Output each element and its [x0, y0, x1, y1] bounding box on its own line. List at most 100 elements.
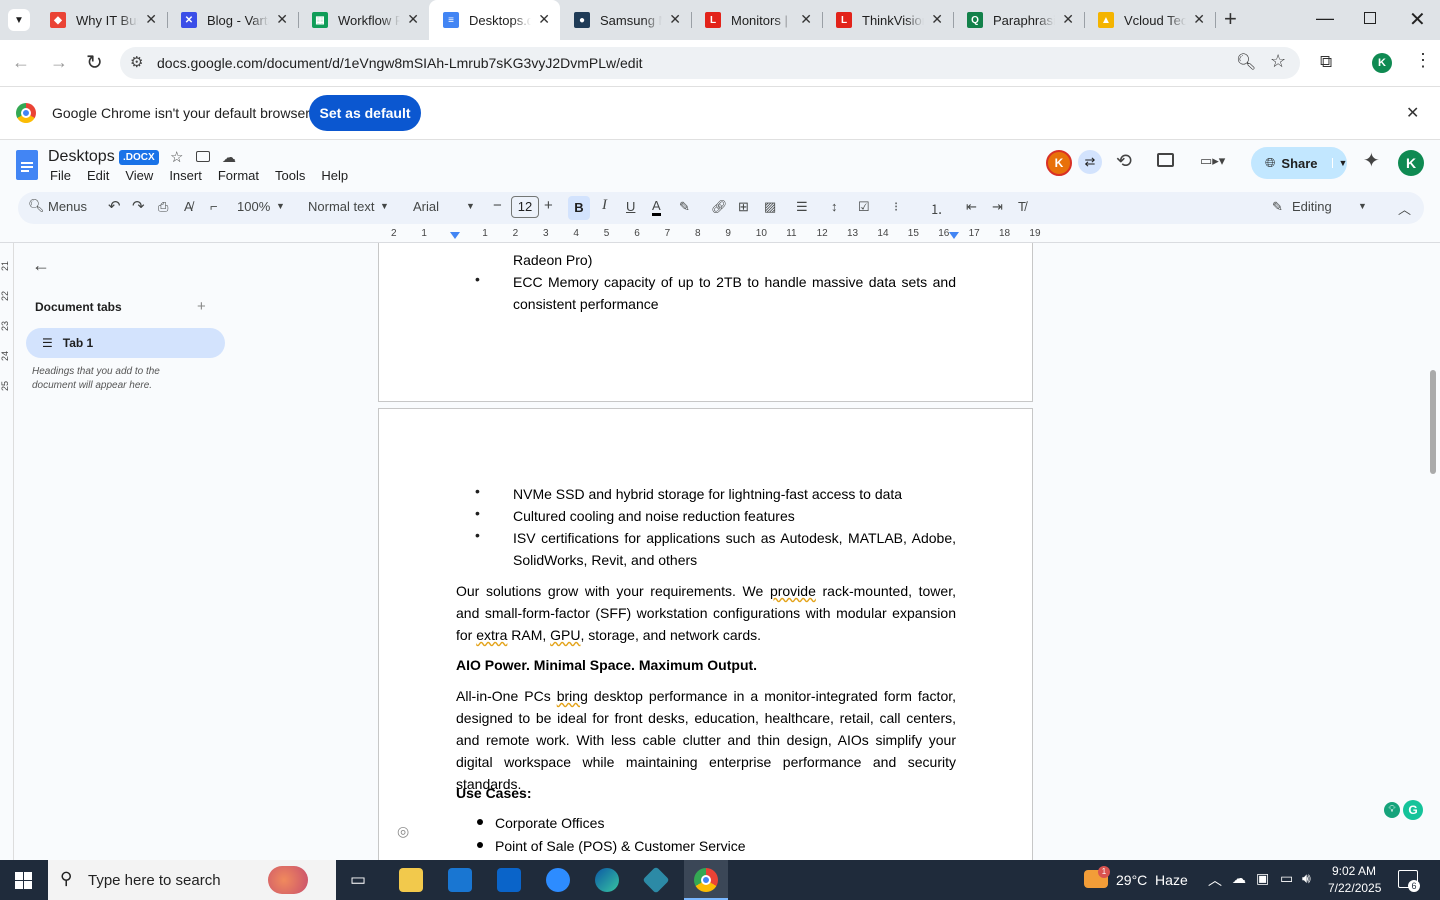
clear-formatting-icon[interactable]: T̸	[1018, 199, 1026, 214]
close-outline-back-icon[interactable]: ←	[32, 255, 50, 276]
print-icon[interactable]: ⎙	[158, 199, 168, 215]
scrollbar-thumb[interactable]	[1430, 370, 1436, 474]
close-tab-icon[interactable]: ✕	[800, 11, 812, 28]
numbered-list-icon[interactable]: ⒈	[930, 199, 943, 218]
menu-help[interactable]: Help	[321, 168, 348, 183]
vertical-scrollbar[interactable]	[1426, 243, 1440, 860]
bookmark-star-icon[interactable]: ☆	[1270, 51, 1286, 72]
tab-search-button[interactable]: ▼	[8, 9, 30, 31]
file-explorer-icon[interactable]	[399, 868, 423, 892]
collapse-menus-icon[interactable]: ︿	[1398, 199, 1411, 218]
menu-file[interactable]: File	[50, 168, 71, 183]
insert-comment-icon[interactable]: ⊞	[738, 199, 749, 215]
close-tab-icon[interactable]: ✕	[931, 11, 943, 28]
increase-font-size-icon[interactable]: +	[544, 197, 553, 214]
redo-icon[interactable]: ↷	[132, 197, 145, 215]
new-tab-button[interactable]: +	[1224, 6, 1237, 32]
decrease-font-size-icon[interactable]: −	[493, 197, 502, 214]
start-button[interactable]	[15, 872, 32, 889]
editing-mode-select[interactable]: Editing	[1292, 199, 1332, 214]
minimize-button[interactable]: —	[1316, 8, 1334, 29]
infobar-close-icon[interactable]: ✕	[1406, 103, 1419, 123]
menu-view[interactable]: View	[125, 168, 153, 183]
chrome-taskbar-active[interactable]	[684, 860, 728, 900]
star-icon[interactable]: ☆	[170, 148, 183, 166]
collaborator-avatar[interactable]: K	[1046, 150, 1072, 176]
security-icon[interactable]: ▣	[1256, 870, 1269, 887]
cloud-status-icon[interactable]: ☁	[222, 149, 236, 166]
browser-tab[interactable]: ◆ Why IT Bus ✕	[36, 0, 168, 40]
underline-button[interactable]: U	[626, 199, 635, 214]
network-icon[interactable]: ▭	[1280, 870, 1293, 887]
volume-icon[interactable]: 🔊︎	[1302, 870, 1311, 887]
line-spacing-icon[interactable]: ↕	[831, 199, 838, 214]
close-tab-icon[interactable]: ✕	[538, 11, 550, 28]
zoom-app-icon[interactable]	[546, 868, 570, 892]
app-icon[interactable]	[642, 866, 670, 894]
forward-button[interactable]: →	[50, 52, 68, 73]
move-folder-icon[interactable]	[196, 151, 210, 162]
close-tab-icon[interactable]: ✕	[1193, 11, 1205, 28]
share-button[interactable]: 🌐︎ Share ▼	[1251, 147, 1347, 179]
comments-icon[interactable]	[1157, 153, 1174, 167]
close-tab-icon[interactable]: ✕	[407, 11, 419, 28]
align-icon[interactable]: ☰	[796, 199, 808, 215]
set-as-default-button[interactable]: Set as default	[309, 95, 421, 131]
zoom-icon[interactable]: 🔍︎	[1236, 52, 1256, 72]
bold-button[interactable]: B	[568, 196, 590, 220]
task-view-icon[interactable]: ▭	[350, 870, 366, 890]
reload-button[interactable]: ↻	[86, 50, 103, 75]
text-color-icon[interactable]: A	[652, 199, 661, 216]
close-tab-icon[interactable]: ✕	[145, 11, 157, 28]
tab-1-item[interactable]: ☰ Tab 1	[26, 328, 225, 358]
menu-edit[interactable]: Edit	[87, 168, 109, 183]
document-title[interactable]: Desktops	[48, 148, 115, 166]
address-bar[interactable]: ⚙ docs.google.com/document/d/1eVngw8mSIA…	[120, 47, 1300, 79]
insert-image-icon[interactable]: ▨	[764, 199, 776, 215]
document-page-1[interactable]: Radeon Pro) • ECC Memory capacity of up …	[378, 243, 1033, 402]
weather-text[interactable]: 29°C Haze	[1116, 872, 1188, 888]
close-window-button[interactable]: ✕	[1409, 7, 1426, 32]
zoom-select[interactable]: 100%	[237, 199, 270, 214]
show-hidden-icons-icon[interactable]: ︿	[1208, 870, 1222, 890]
close-tab-icon[interactable]: ✕	[276, 11, 288, 28]
browser-tab[interactable]: ≡ Desktops.d ✕	[429, 0, 560, 40]
menu-insert[interactable]: Insert	[169, 168, 202, 183]
browser-tab[interactable]: ▲ Vcloud Tec ✕	[1084, 0, 1216, 40]
font-size-input[interactable]: 12	[511, 196, 539, 218]
browser-tab[interactable]: Q Paraphrasi ✕	[953, 0, 1085, 40]
fingerprint-icon[interactable]: ◎	[397, 823, 409, 840]
profile-avatar[interactable]: K	[1372, 53, 1392, 73]
account-avatar[interactable]: K	[1398, 150, 1424, 176]
add-tab-icon[interactable]: +	[197, 298, 206, 315]
bulleted-list-icon[interactable]: ⁝	[894, 199, 898, 215]
italic-button[interactable]: I	[602, 197, 607, 214]
increase-indent-icon[interactable]: ⇥	[992, 199, 1003, 215]
clock-time[interactable]: 9:02 AM	[1332, 864, 1376, 878]
browser-tab[interactable]: L Monitors | ✕	[691, 0, 823, 40]
browser-menu-icon[interactable]: ⋮	[1414, 50, 1432, 71]
restore-button[interactable]	[1364, 12, 1376, 24]
menu-format[interactable]: Format	[218, 168, 259, 183]
grammarly-icon[interactable]: G	[1403, 800, 1423, 820]
explore-bulb-icon[interactable]: 💡︎	[1384, 802, 1400, 818]
spellcheck-icon[interactable]: A̸	[184, 199, 193, 214]
edge-icon[interactable]	[595, 868, 619, 892]
back-button[interactable]: ←	[12, 52, 30, 73]
onedrive-icon[interactable]: ☁	[1232, 870, 1246, 887]
decrease-indent-icon[interactable]: ⇤	[966, 199, 977, 215]
checklist-icon[interactable]: ☑	[858, 199, 870, 215]
gemini-chat-icon[interactable]: ⇄	[1078, 150, 1102, 174]
document-page-2[interactable]: • NVMe SSD and hybrid storage for lightn…	[378, 408, 1033, 868]
ruler-indent-marker[interactable]	[450, 232, 460, 239]
close-tab-icon[interactable]: ✕	[669, 11, 681, 28]
paint-format-icon[interactable]: ⌐	[210, 199, 218, 214]
browser-tab[interactable]: ▦ Workflow F ✕	[298, 0, 429, 40]
google-docs-logo-icon[interactable]	[16, 150, 38, 180]
meet-icon[interactable]: ▭▸▾	[1200, 153, 1228, 169]
share-dropdown-icon[interactable]: ▼	[1331, 158, 1347, 168]
insert-link-icon[interactable]: 🔗︎	[711, 199, 728, 215]
gemini-sparkle-icon[interactable]: ✦	[1363, 148, 1380, 173]
browser-tab[interactable]: L ThinkVision ✕	[822, 0, 954, 40]
mail-icon[interactable]	[497, 868, 521, 892]
